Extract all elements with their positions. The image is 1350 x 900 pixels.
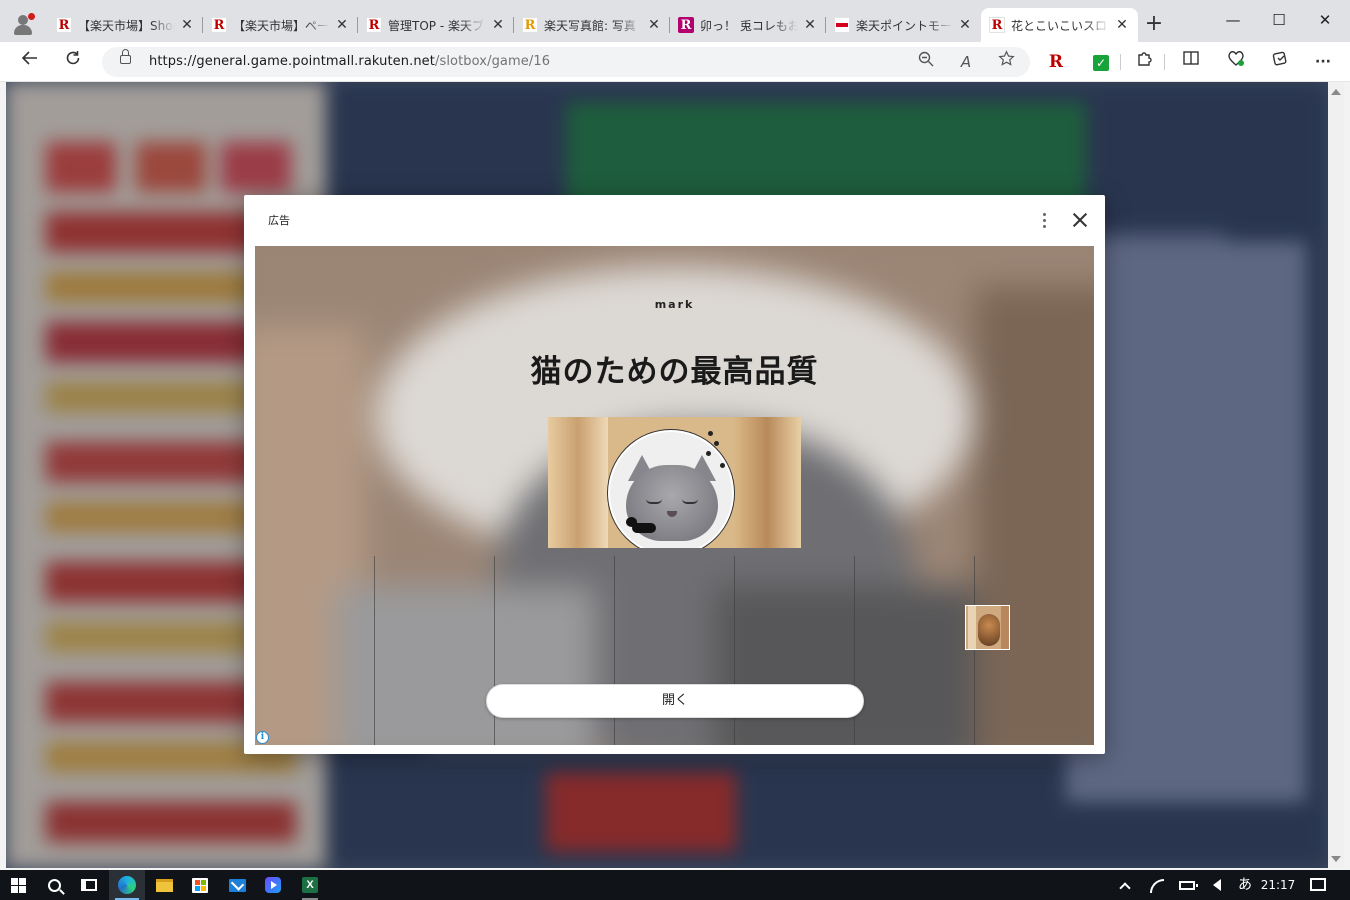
tab-title: 【楽天市場】Shopping [78, 18, 175, 33]
scroll-down-icon[interactable] [1331, 856, 1341, 862]
lock-icon[interactable] [120, 49, 131, 64]
rakuten-r-icon: R [56, 17, 72, 33]
performance-icon[interactable] [1222, 48, 1250, 76]
tab-title: 花とこいこいスロット [1011, 18, 1110, 33]
open-button[interactable]: 開く [486, 684, 864, 718]
new-tab-button[interactable]: + [1143, 13, 1165, 36]
more-icon[interactable]: ··· [1309, 48, 1337, 76]
tab-close-icon[interactable]: ✕ [490, 17, 506, 33]
checkmark-extension-icon[interactable]: ✓ [1087, 48, 1115, 76]
tab-strip: R 【楽天市場】Shopping ✕ R 【楽天市場】ページ ✕ R 管理TOP… [0, 0, 1350, 42]
store-icon[interactable] [182, 870, 218, 900]
clock[interactable]: 21:17 [1258, 870, 1298, 900]
tab-title: 【楽天市場】ページ [233, 18, 330, 33]
maximize-button[interactable]: ☐ [1256, 6, 1302, 34]
ime-indicator[interactable]: あ [1234, 870, 1256, 900]
tab-title: 楽天ポイントモール [856, 18, 953, 33]
rakuten-extension-icon[interactable]: R [1042, 48, 1070, 76]
window-close-button[interactable]: ✕ [1302, 6, 1348, 34]
excel-icon[interactable]: X [292, 870, 328, 900]
close-icon[interactable] [1068, 208, 1092, 232]
tab-title: 卯っ！ 兎コレもお気 [700, 18, 798, 33]
tab-close-icon[interactable]: ✕ [1114, 17, 1130, 33]
tab-point-mall[interactable]: 楽天ポイントモール ✕ [826, 8, 981, 42]
back-icon[interactable] [16, 48, 44, 76]
tab-close-icon[interactable]: ✕ [179, 17, 195, 33]
refresh-icon[interactable] [59, 48, 87, 76]
cat-silhouette-icon [626, 515, 660, 535]
rakuten-blog-icon: R [678, 17, 694, 33]
ad-modal-header: 広告 [244, 195, 1105, 245]
minimize-button[interactable]: — [1210, 6, 1256, 34]
split-screen-icon[interactable] [1177, 48, 1205, 76]
read-aloud-icon[interactable]: A [953, 49, 979, 75]
mail-icon[interactable] [219, 870, 255, 900]
ad-product-image [548, 417, 801, 548]
tab-title: 楽天写真館: 写真 [544, 18, 636, 33]
browser-toolbar: https://general.game.pointmall.rakuten.n… [0, 42, 1350, 82]
ad-label: 広告 [268, 214, 290, 227]
ad-info-icon[interactable]: i [256, 731, 269, 744]
vertical-scrollbar[interactable] [1328, 82, 1344, 868]
file-explorer-icon[interactable] [146, 870, 182, 900]
collections-icon[interactable] [1266, 48, 1294, 76]
tab-close-icon[interactable]: ✕ [334, 17, 350, 33]
rakuten-r-icon: R [989, 17, 1005, 33]
windows-taskbar: X あ 21:17 [0, 870, 1350, 900]
task-view-icon[interactable] [71, 870, 107, 900]
url-text[interactable]: https://general.game.pointmall.rakuten.n… [149, 54, 550, 69]
tab-title: 管理TOP - 楽天ブ [388, 18, 484, 33]
volume-icon[interactable] [1206, 870, 1228, 900]
windows-start-icon[interactable] [0, 870, 36, 900]
tab-rakuten-shopping[interactable]: R 【楽天市場】Shopping ✕ [48, 8, 203, 42]
ad-creative[interactable]: mark 猫のための最高品質 開く i [255, 246, 1094, 745]
search-icon[interactable] [36, 870, 72, 900]
profile-avatar-icon[interactable] [12, 13, 35, 36]
edge-icon[interactable] [109, 870, 145, 900]
extensions-icon[interactable] [1131, 48, 1159, 76]
kebab-menu-icon[interactable] [1034, 209, 1054, 231]
tab-usa-collection[interactable]: R 卯っ！ 兎コレもお気 ✕ [670, 8, 826, 42]
tab-koikoi-slot[interactable]: R 花とこいこいスロット ✕ [981, 8, 1138, 42]
ad-headline: 猫のための最高品質 [530, 354, 819, 390]
battery-icon[interactable] [1176, 870, 1198, 900]
rakuten-r-icon: R [366, 17, 382, 33]
zoom-icon[interactable] [913, 49, 939, 75]
address-bar[interactable]: https://general.game.pointmall.rakuten.n… [102, 47, 1030, 77]
tab-rakuten-photo[interactable]: R 楽天写真館: 写真 ✕ [514, 8, 670, 42]
tab-kanri-top[interactable]: R 管理TOP - 楽天ブ ✕ [358, 8, 514, 42]
tab-close-icon[interactable]: ✕ [957, 17, 973, 33]
wifi-icon[interactable] [1146, 870, 1168, 900]
scroll-up-icon[interactable] [1331, 89, 1341, 95]
notification-icon[interactable] [1306, 870, 1330, 900]
point-mall-icon [834, 17, 850, 33]
tab-rakuten-page[interactable]: R 【楽天市場】ページ ✕ [203, 8, 358, 42]
favorite-star-icon[interactable] [993, 49, 1019, 75]
ad-thumbnail-image[interactable] [965, 605, 1010, 650]
rakuten-r-icon: R [211, 17, 227, 33]
ad-modal: 広告 mark 猫のための最高品質 開く i [244, 195, 1105, 754]
media-player-icon[interactable] [255, 870, 291, 900]
rakuten-photo-icon: R [522, 17, 538, 33]
tab-close-icon[interactable]: ✕ [646, 17, 662, 33]
show-hidden-icons-icon[interactable] [1114, 870, 1136, 900]
tab-close-icon[interactable]: ✕ [802, 17, 818, 33]
ad-brand: mark [654, 298, 695, 311]
